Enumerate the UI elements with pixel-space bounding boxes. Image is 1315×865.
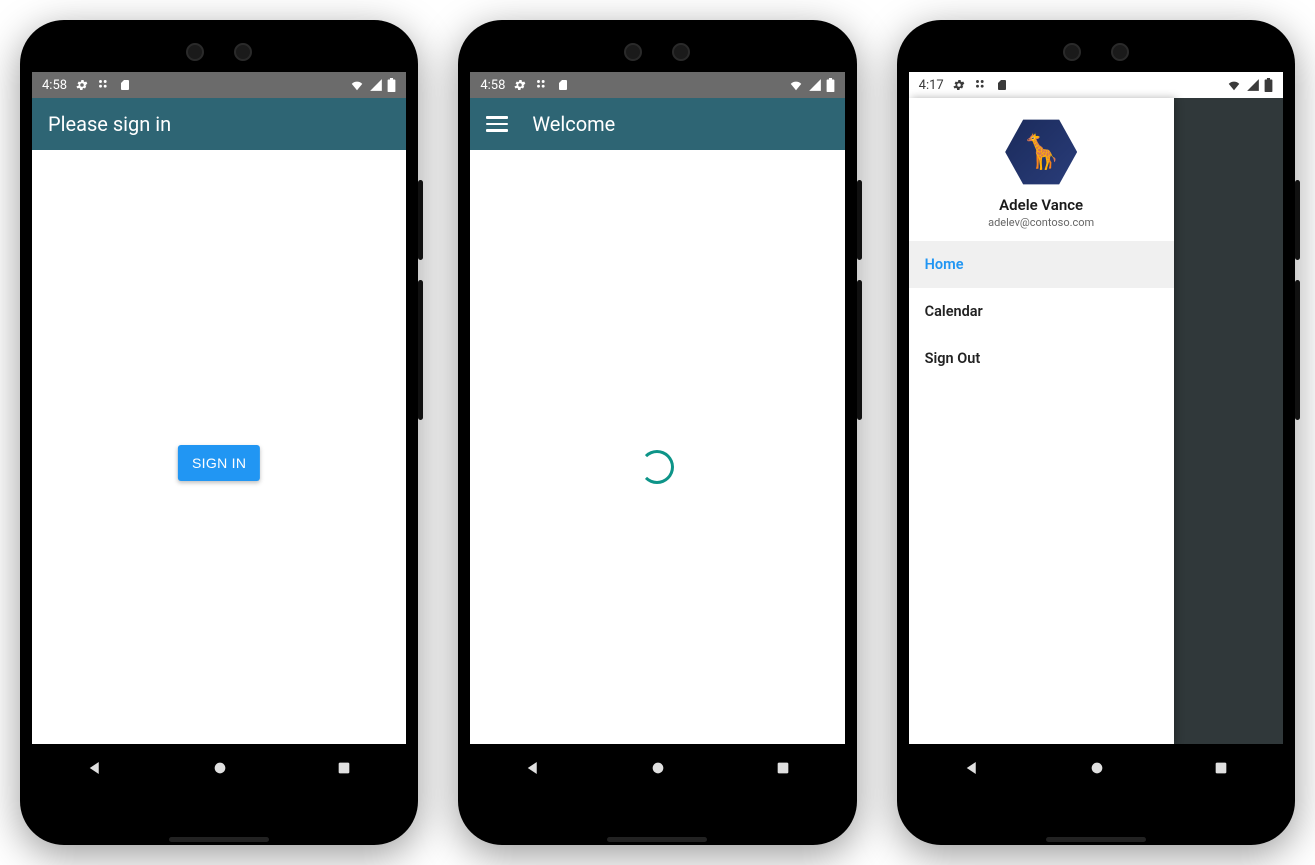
content-area (470, 150, 844, 744)
recents-icon[interactable] (775, 760, 791, 776)
settings-gear-icon (952, 78, 966, 92)
battery-icon (826, 78, 835, 92)
status-bar: 4:58 (470, 72, 844, 98)
dots-icon (974, 78, 988, 92)
home-icon[interactable] (650, 760, 666, 776)
home-icon[interactable] (1089, 760, 1105, 776)
app-bar: Please sign in (32, 98, 406, 150)
status-bar: 4:17 (909, 72, 1283, 98)
status-time: 4:17 (919, 78, 944, 93)
wifi-icon (788, 78, 804, 92)
back-icon[interactable] (86, 759, 104, 777)
signal-icon (808, 78, 822, 92)
screen-welcome: 4:58 Welcome (470, 72, 844, 792)
android-nav-bar (32, 744, 406, 792)
loading-spinner-icon (640, 450, 674, 484)
user-name: Adele Vance (909, 196, 1174, 214)
status-time: 4:58 (480, 78, 505, 93)
nav-drawer: 🦒 Adele Vance adelev@contoso.com Home Ca… (909, 98, 1174, 744)
content-area: SIGN IN (32, 150, 406, 744)
screen-signin: 4:58 Please sign in SIGN IN (32, 72, 406, 792)
android-nav-bar (470, 744, 844, 792)
sdcard-icon (996, 78, 1008, 92)
avatar: 🦒 (1005, 116, 1077, 188)
phone-drawer: 4:17 🦒 Adele Vance adelev@contoso.co (897, 20, 1295, 845)
screen-drawer: 4:17 🦒 Adele Vance adelev@contoso.co (909, 72, 1283, 792)
back-icon[interactable] (963, 759, 981, 777)
drawer-item-home[interactable]: Home (909, 241, 1174, 288)
recents-icon[interactable] (1213, 760, 1229, 776)
signal-icon (1246, 78, 1260, 92)
phone-sensors (909, 32, 1283, 72)
phone-sensors (32, 32, 406, 72)
status-time: 4:58 (42, 78, 67, 93)
menu-icon[interactable] (486, 116, 508, 132)
dots-icon (535, 78, 549, 92)
wifi-icon (1226, 78, 1242, 92)
signal-icon (369, 78, 383, 92)
android-nav-bar (909, 744, 1283, 792)
sdcard-icon (119, 78, 131, 92)
phone-welcome: 4:58 Welcome (458, 20, 856, 845)
battery-icon (1264, 78, 1273, 92)
status-bar: 4:58 (32, 72, 406, 98)
home-icon[interactable] (212, 760, 228, 776)
appbar-title: Welcome (532, 112, 615, 136)
appbar-title: Please sign in (48, 112, 171, 136)
app-bar: Welcome (470, 98, 844, 150)
drawer-header: 🦒 Adele Vance adelev@contoso.com (909, 98, 1174, 241)
phone-signin: 4:58 Please sign in SIGN IN (20, 20, 418, 845)
drawer-item-calendar[interactable]: Calendar (909, 288, 1174, 335)
phone-sensors (470, 32, 844, 72)
avatar-image-icon: 🦒 (1020, 135, 1062, 169)
settings-gear-icon (75, 78, 89, 92)
back-icon[interactable] (524, 759, 542, 777)
drawer-item-signout[interactable]: Sign Out (909, 335, 1174, 382)
recents-icon[interactable] (336, 760, 352, 776)
sdcard-icon (557, 78, 569, 92)
wifi-icon (349, 78, 365, 92)
signin-button[interactable]: SIGN IN (178, 445, 260, 481)
dots-icon (97, 78, 111, 92)
battery-icon (387, 78, 396, 92)
settings-gear-icon (513, 78, 527, 92)
user-email: adelev@contoso.com (909, 216, 1174, 229)
